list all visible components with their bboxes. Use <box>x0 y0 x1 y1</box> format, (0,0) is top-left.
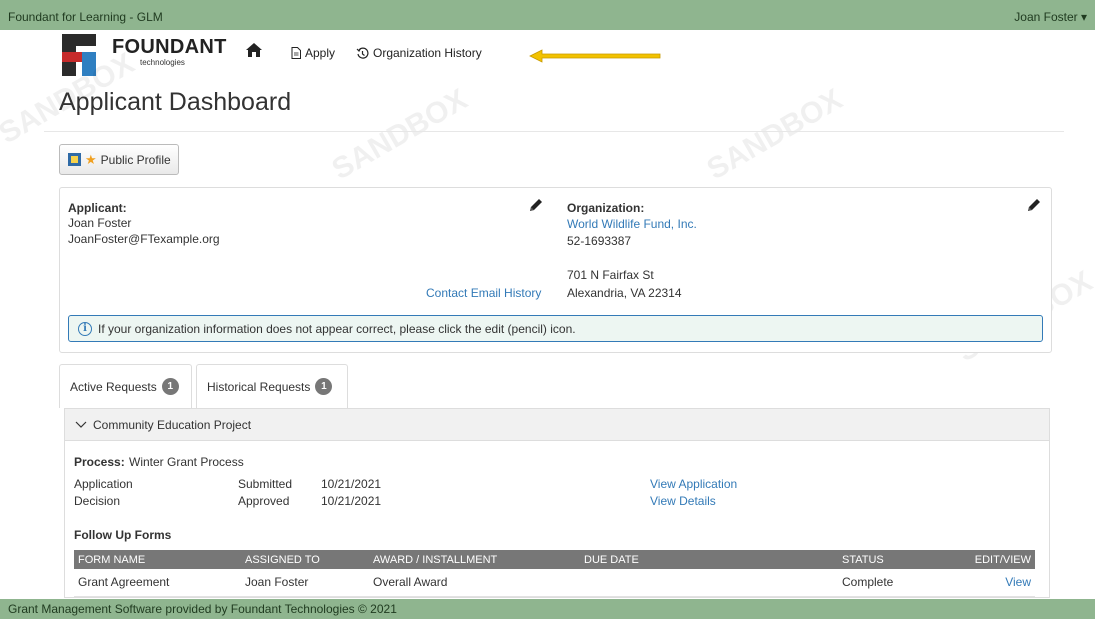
history-icon <box>356 47 369 59</box>
cell-action: View <box>958 569 1035 597</box>
table-header-row: FORM NAME ASSIGNED TO AWARD / INSTALLMEN… <box>74 550 1035 569</box>
app-title: Foundant for Learning - GLM <box>8 10 163 24</box>
tab-historical-requests-label[interactable]: Historical Requests <box>207 380 310 394</box>
info-alert-text: If your organization information does no… <box>98 321 576 336</box>
organization-address-line2: Alexandria, VA 22314 <box>567 286 682 300</box>
active-requests-count-badge: 1 <box>161 378 179 395</box>
col-due-date: DUE DATE <box>580 550 838 569</box>
stage-decision: Decision <box>74 494 121 508</box>
public-profile-button[interactable]: ★ Public Profile <box>59 144 179 175</box>
stage-application-date: 10/21/2021 <box>321 477 382 491</box>
cell-status: Complete <box>838 569 958 597</box>
historical-requests-count-badge: 1 <box>315 378 333 395</box>
process-label: Process: <box>74 455 125 469</box>
nav-history-label[interactable]: Organization History <box>373 46 482 60</box>
cell-form-name: Grant Agreement <box>74 569 241 597</box>
stage-decision-status: Approved <box>238 494 290 508</box>
contact-email-history-link[interactable]: Contact Email History <box>426 286 541 300</box>
view-form-link[interactable]: View <box>1005 575 1031 589</box>
request-panel: Community Education Project Process: Win… <box>64 408 1050 598</box>
tab-active-requests[interactable]: Active Requests 1 <box>59 364 192 408</box>
nav-organization-history[interactable]: Organization History <box>356 46 482 60</box>
user-name[interactable]: Joan Foster <box>1014 10 1077 24</box>
view-details-link[interactable]: View Details <box>650 494 716 508</box>
table-row: Grant Agreement Joan Foster Overall Awar… <box>74 569 1035 597</box>
applicant-info-panel: Applicant: Joan Foster JoanFoster@FTexam… <box>59 187 1052 353</box>
star-icon: ★ <box>85 151 97 167</box>
col-status: STATUS <box>838 550 958 569</box>
home-icon[interactable] <box>245 42 263 58</box>
home-link[interactable] <box>245 42 263 58</box>
applicant-name: Joan Foster <box>68 216 132 230</box>
user-menu[interactable]: Joan Foster ▾ <box>1014 10 1087 24</box>
follow-up-forms-table: FORM NAME ASSIGNED TO AWARD / INSTALLMEN… <box>74 550 1035 597</box>
col-form-name: FORM NAME <box>74 550 241 569</box>
info-icon: i <box>78 321 92 336</box>
edit-organization-pencil-icon[interactable] <box>1026 197 1042 213</box>
title-divider <box>44 131 1064 132</box>
request-collapse-header[interactable]: Community Education Project <box>65 409 1049 441</box>
stage-application: Application <box>74 477 133 491</box>
profile-image-icon <box>68 153 81 166</box>
foundant-logo[interactable]: FOUNDANT technologies <box>62 34 232 76</box>
follow-up-forms-title: Follow Up Forms <box>74 528 172 542</box>
footer: Grant Management Software provided by Fo… <box>0 599 1095 619</box>
tab-active-requests-label[interactable]: Active Requests <box>70 380 157 394</box>
sandbox-watermark: SANDBOX <box>326 82 473 187</box>
stage-decision-date: 10/21/2021 <box>321 494 382 508</box>
col-edit-view: EDIT/VIEW <box>958 550 1035 569</box>
nav-apply[interactable]: Apply <box>291 46 335 60</box>
cell-award: Overall Award <box>369 569 580 597</box>
process-name: Winter Grant Process <box>129 455 244 469</box>
info-alert: i If your organization information does … <box>68 315 1043 342</box>
organization-name-link[interactable]: World Wildlife Fund, Inc. <box>567 217 697 231</box>
request-title[interactable]: Community Education Project <box>93 418 251 432</box>
edit-applicant-pencil-icon[interactable] <box>528 197 544 213</box>
foundant-logo-mark-icon <box>62 34 96 76</box>
stage-application-status: Submitted <box>238 477 293 491</box>
document-icon <box>291 47 301 59</box>
nav-apply-label[interactable]: Apply <box>305 46 335 60</box>
organization-label: Organization: <box>567 201 645 215</box>
col-assigned-to: ASSIGNED TO <box>241 550 369 569</box>
logo-word: FOUNDANT <box>112 36 227 58</box>
organization-ein: 52-1693387 <box>567 234 632 248</box>
applicant-label: Applicant: <box>68 201 127 215</box>
annotation-arrow-icon <box>529 49 661 63</box>
top-bar: Foundant for Learning - GLM Joan Foster … <box>0 0 1095 30</box>
sandbox-watermark: SANDBOX <box>701 82 848 187</box>
organization-address-line1: 701 N Fairfax St <box>567 268 654 282</box>
col-award-installment: AWARD / INSTALLMENT <box>369 550 580 569</box>
cell-due-date <box>580 569 838 597</box>
chevron-down-icon[interactable] <box>75 421 87 429</box>
caret-down-icon[interactable]: ▾ <box>1078 10 1087 24</box>
view-application-link[interactable]: View Application <box>650 477 737 491</box>
applicant-email: JoanFoster@FTexample.org <box>68 232 220 246</box>
page-title: Applicant Dashboard <box>59 88 292 116</box>
tab-historical-requests[interactable]: Historical Requests 1 <box>196 364 348 408</box>
cell-assigned-to: Joan Foster <box>241 569 369 597</box>
logo-sub: technologies <box>140 58 185 67</box>
public-profile-label[interactable]: Public Profile <box>101 153 171 167</box>
